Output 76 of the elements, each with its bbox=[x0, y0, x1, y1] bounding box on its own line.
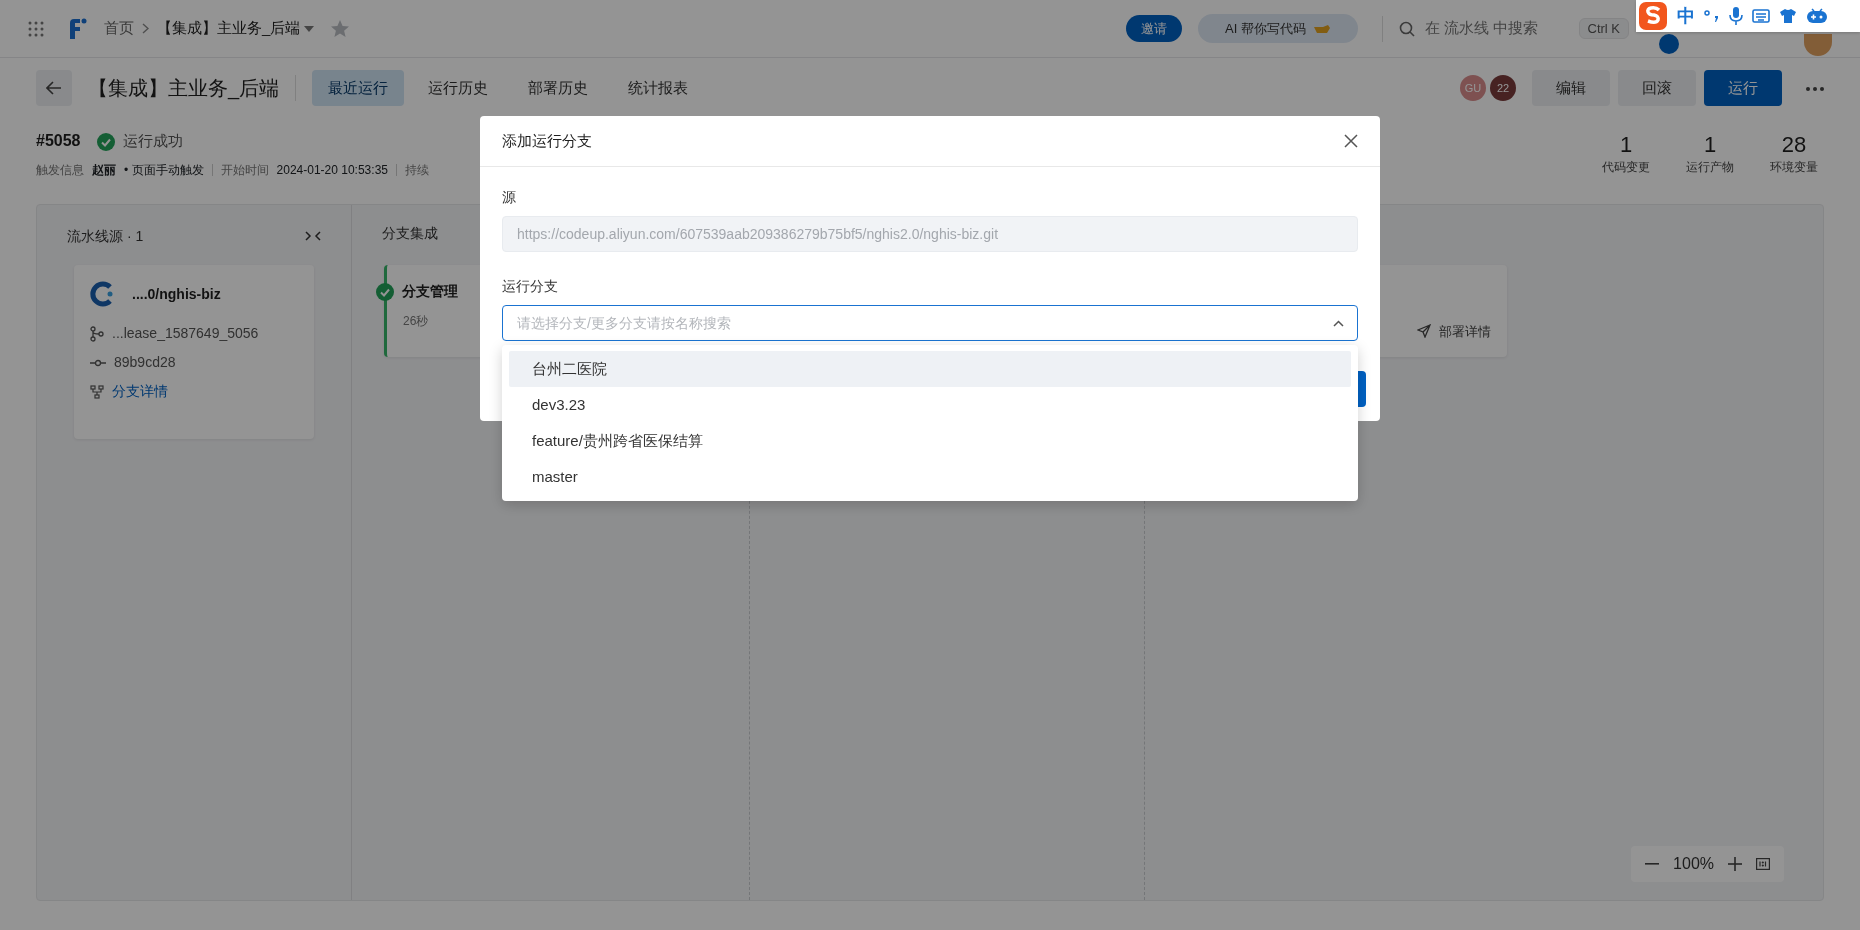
logo-icon[interactable] bbox=[68, 16, 88, 41]
more-icon[interactable] bbox=[1806, 86, 1824, 91]
source-url-field: https://codeup.aliyun.com/607539aab209386279b75bf5/nghis2.0/nghis-biz.git bbox=[502, 216, 1358, 252]
deploy-details-link[interactable]: 部署详情 bbox=[1417, 321, 1491, 341]
stat-label[interactable]: 代码变更 bbox=[1602, 158, 1650, 177]
shortcut-hint: Ctrl K bbox=[1578, 17, 1629, 40]
search-field[interactable]: 在 流水线 中搜索 bbox=[1422, 16, 1563, 41]
dropdown-option[interactable]: feature/贵州跨省医保结算 bbox=[509, 423, 1351, 459]
dropdown-option[interactable]: 台州二医院 bbox=[509, 351, 1351, 387]
stat-label[interactable]: 环境变量 bbox=[1770, 158, 1818, 177]
send-icon bbox=[1417, 324, 1431, 339]
branch-details-link[interactable]: 分支详情 bbox=[112, 381, 168, 402]
tab[interactable]: 最近运行 bbox=[312, 69, 405, 107]
action-button[interactable]: 编辑 bbox=[1532, 69, 1610, 107]
field-label: 持续 bbox=[405, 162, 429, 179]
chevron-right-icon bbox=[142, 23, 149, 34]
repo-name: ....0/nghis-biz bbox=[132, 284, 221, 304]
back-button[interactable] bbox=[36, 70, 72, 106]
punctuation-icon[interactable] bbox=[1704, 9, 1720, 23]
column-title: 流水线源 · 1 bbox=[67, 226, 144, 246]
trigger-user: 赵丽 bbox=[92, 162, 116, 179]
invite-button[interactable]: 邀请 bbox=[1125, 14, 1182, 43]
zoom-level: 100% bbox=[1673, 854, 1714, 874]
pipeline-title: 【集成】主业务_后端 bbox=[88, 76, 280, 102]
breadcrumb-link[interactable]: 首页 bbox=[104, 17, 134, 40]
chevron-up-icon[interactable] bbox=[1333, 320, 1344, 327]
avatar: GU bbox=[1460, 75, 1486, 101]
tab[interactable]: 运行历史 bbox=[412, 69, 505, 107]
close-icon[interactable] bbox=[1344, 134, 1358, 148]
dialog-title: 添加运行分支 bbox=[502, 130, 592, 151]
trigger-type: • 页面手动触发 bbox=[124, 162, 204, 179]
gamepad-icon[interactable] bbox=[1806, 8, 1828, 24]
field-label: 触发信息 bbox=[36, 162, 84, 179]
avatar: 22 bbox=[1490, 75, 1516, 101]
zoom-in-icon[interactable] bbox=[1728, 857, 1742, 871]
branch-icon bbox=[90, 325, 104, 342]
actual-size-icon[interactable] bbox=[1756, 858, 1770, 870]
success-icon bbox=[96, 132, 115, 151]
shirt-icon[interactable] bbox=[1779, 8, 1797, 24]
dropdown-option[interactable]: master bbox=[509, 459, 1351, 495]
collapse-icon[interactable] bbox=[305, 231, 321, 241]
user-badge-icon[interactable] bbox=[1659, 33, 1679, 54]
action-button[interactable]: 回滚 bbox=[1618, 69, 1696, 107]
stat-label[interactable]: 运行产物 bbox=[1686, 158, 1734, 177]
field-label: 源 bbox=[502, 188, 517, 207]
run-status: 运行成功 bbox=[122, 130, 183, 151]
branch-name: ...lease_1587649_5056 bbox=[112, 324, 259, 343]
field-label: 运行分支 bbox=[502, 277, 559, 296]
ime-logo-icon[interactable] bbox=[1638, 1, 1668, 31]
run-button[interactable]: 运行 bbox=[1704, 69, 1782, 107]
search-icon bbox=[1398, 20, 1415, 37]
run-number: #5058 bbox=[36, 131, 81, 151]
stat-value: 1 bbox=[1619, 131, 1633, 159]
tab[interactable]: 统计报表 bbox=[612, 69, 705, 107]
breadcrumb-current[interactable]: 【集成】主业务_后端 bbox=[157, 17, 301, 40]
app-grid-icon[interactable] bbox=[28, 20, 44, 37]
tab[interactable]: 部署历史 bbox=[512, 69, 605, 107]
caret-icon[interactable] bbox=[304, 26, 315, 33]
stat-value: 1 bbox=[1703, 131, 1717, 159]
commit-icon bbox=[90, 358, 106, 367]
back-arrow-icon bbox=[46, 81, 62, 95]
start-time: 2024-01-20 10:53:35 bbox=[276, 162, 388, 179]
input-mode[interactable]: 中 bbox=[1677, 2, 1695, 30]
field-label: 开始时间 bbox=[220, 162, 269, 179]
keyboard-icon[interactable] bbox=[1752, 9, 1770, 23]
stage-duration: 26秒 bbox=[403, 314, 429, 328]
dropdown-option[interactable]: dev3.23 bbox=[509, 387, 1351, 423]
microphone-icon[interactable] bbox=[1729, 6, 1743, 26]
branch-tree-icon bbox=[90, 384, 104, 399]
branch-select[interactable]: 请选择分支/更多分支请按名称搜索 bbox=[502, 305, 1358, 341]
commit-hash: 89b9cd28 bbox=[114, 353, 176, 372]
stat-value: 28 bbox=[1781, 131, 1807, 159]
stage-name: 分支管理 bbox=[402, 282, 458, 301]
ai-assistant-button[interactable]: AI 帮你写代码 bbox=[1197, 13, 1358, 44]
column-title: 分支集成 bbox=[382, 225, 438, 241]
star-icon[interactable] bbox=[330, 19, 351, 40]
